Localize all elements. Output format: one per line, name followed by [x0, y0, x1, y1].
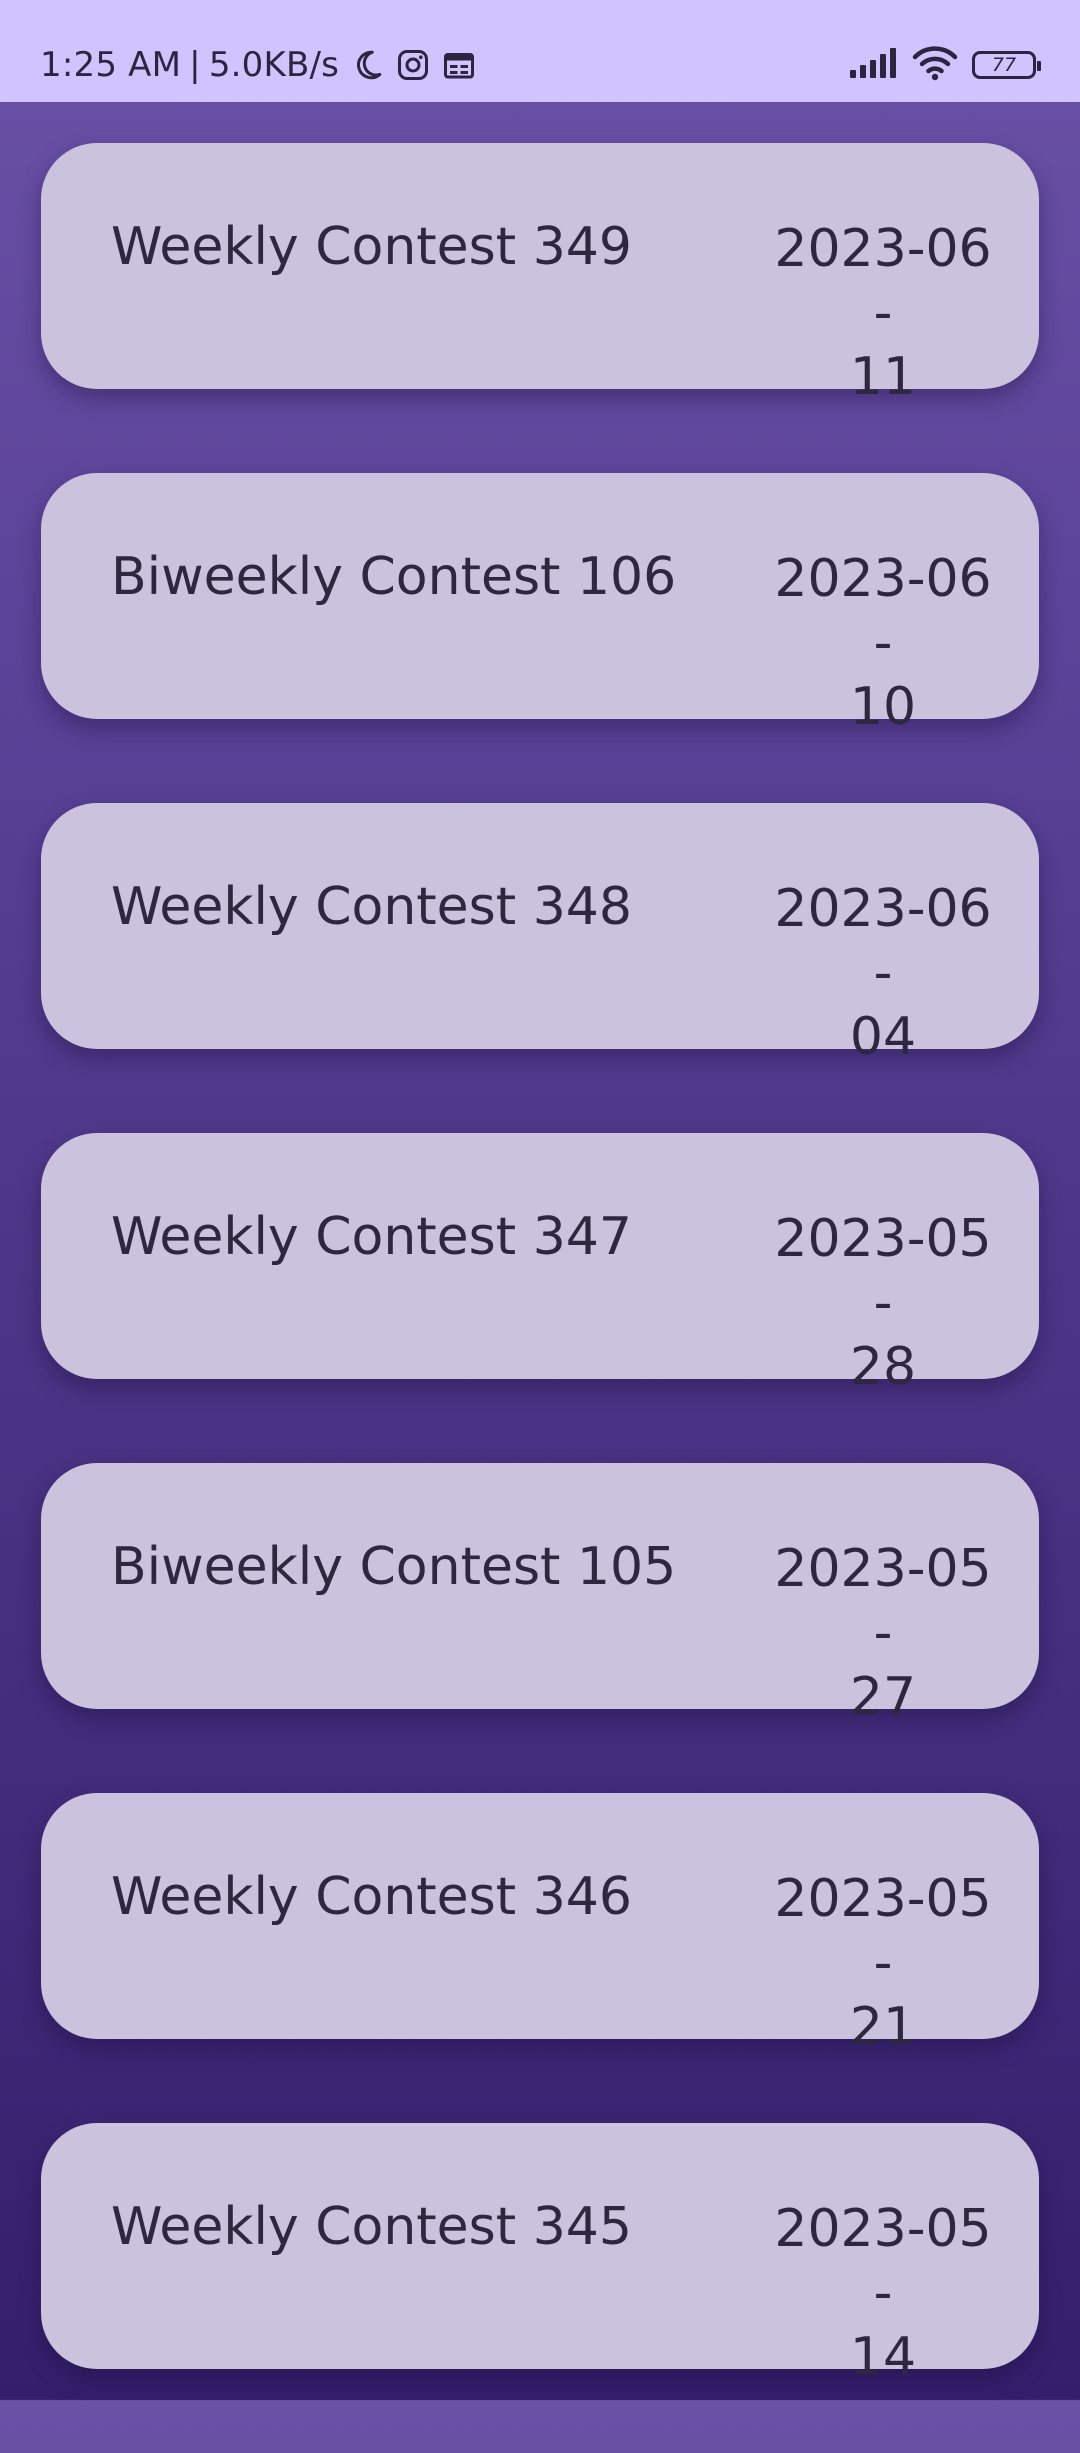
contest-date: 2023-05- 14 [773, 2197, 993, 2389]
contest-date: 2023-05- 28 [773, 1207, 993, 1399]
contest-card[interactable]: Weekly Contest 346 2023-05- 21 [41, 1793, 1039, 2057]
contest-title: Weekly Contest 349 [111, 217, 632, 277]
status-separator: | [189, 45, 201, 85]
contest-card[interactable]: Weekly Contest 349 2023-06- 11 [41, 143, 1039, 407]
contest-card[interactable]: Biweekly Contest 106 2023-06- 10 [41, 473, 1039, 737]
contest-date: 2023-06- 10 [773, 547, 993, 739]
contest-date-line1: 2023-06- [774, 549, 992, 673]
signal-icon [850, 48, 898, 82]
status-time: 1:25 AM [40, 45, 182, 85]
moon-icon [349, 47, 385, 83]
contest-date-line2: 28 [849, 1337, 917, 1397]
contest-title: Weekly Contest 346 [111, 1867, 632, 1927]
instagram-icon [395, 47, 431, 83]
battery-icon: 77 [972, 51, 1041, 79]
contest-date-line2: 10 [849, 677, 917, 737]
contest-card[interactable]: Weekly Contest 347 2023-05- 28 [41, 1133, 1039, 1397]
battery-level: 77 [991, 54, 1017, 76]
contest-title: Weekly Contest 348 [111, 877, 632, 937]
wifi-icon [912, 45, 958, 85]
contest-title: Weekly Contest 345 [111, 2197, 632, 2257]
contest-title: Biweekly Contest 105 [111, 1537, 677, 1597]
contest-date-line1: 2023-05- [774, 2199, 992, 2323]
contest-date-line2: 04 [849, 1007, 917, 1067]
contest-list: Weekly Contest 349 2023-06- 11 Biweekly … [41, 143, 1039, 2453]
contest-date: 2023-06- 11 [773, 217, 993, 409]
contest-date: 2023-05- 27 [773, 1537, 993, 1729]
contest-title: Biweekly Contest 106 [111, 547, 677, 607]
status-left: 1:25 AM | 5.0KB/s [40, 0, 477, 130]
contest-date-line1: 2023-05- [774, 1209, 992, 1333]
contest-date-line2: 14 [849, 2327, 917, 2387]
status-bar: 1:25 AM | 5.0KB/s 77 [0, 0, 1080, 102]
contest-date-line1: 2023-06- [774, 879, 992, 1003]
contest-date-line1: 2023-05- [774, 1539, 992, 1663]
contest-card[interactable]: Biweekly Contest 105 2023-05- 27 [41, 1463, 1039, 1727]
status-right: 77 [850, 0, 1041, 130]
contest-date-line1: 2023-06- [774, 219, 992, 343]
contest-date: 2023-06- 04 [773, 877, 993, 1069]
calendar-icon [441, 47, 477, 83]
contest-date-line2: 11 [849, 347, 917, 407]
network-speed: 5.0KB/s [208, 45, 340, 85]
contest-date-line1: 2023-05- [774, 1869, 992, 1993]
contest-date: 2023-05- 21 [773, 1867, 993, 2059]
contest-title: Weekly Contest 347 [111, 1207, 632, 1267]
contest-card[interactable]: Weekly Contest 348 2023-06- 04 [41, 803, 1039, 1067]
contest-card[interactable]: Weekly Contest 345 2023-05- 14 [41, 2123, 1039, 2387]
contest-date-line2: 21 [849, 1997, 917, 2057]
contest-date-line2: 27 [849, 1667, 917, 1727]
